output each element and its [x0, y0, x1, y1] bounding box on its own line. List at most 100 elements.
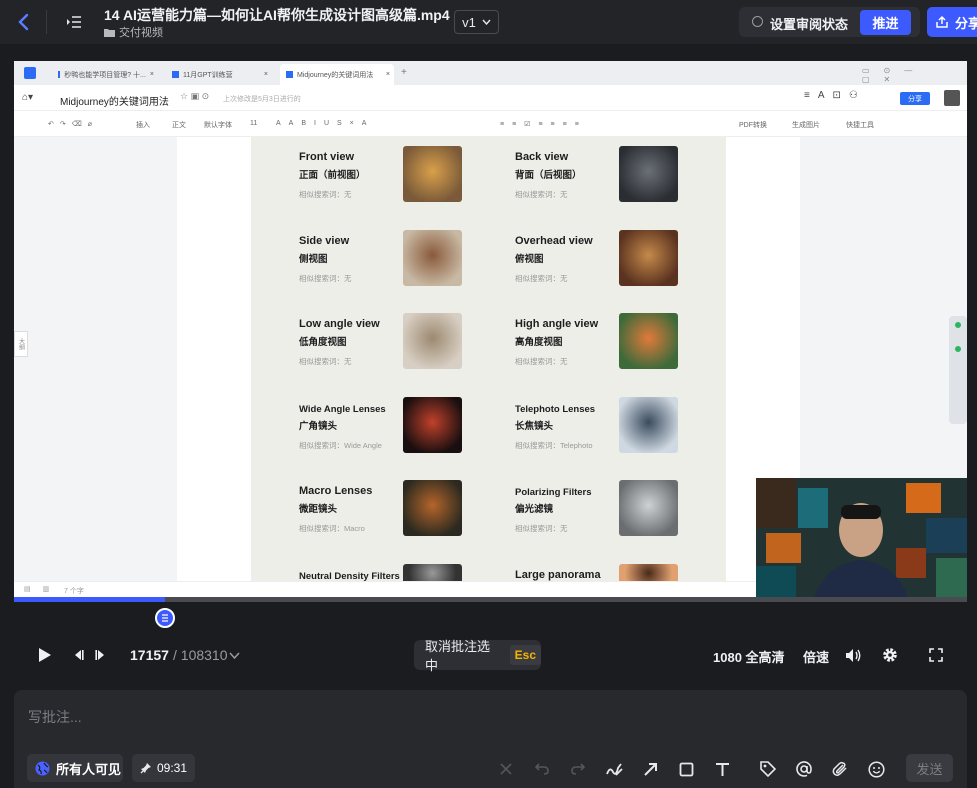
browser-tab[interactable]: 秒鸭也能学项目管理? 十... × — [52, 64, 158, 85]
globe-icon — [35, 761, 50, 775]
similar-keywords: 相似搜索词：无 — [515, 273, 568, 283]
timestamp-pin[interactable]: 09:31 — [132, 754, 195, 782]
clear-icon[interactable] — [496, 759, 516, 779]
arrow-icon[interactable] — [640, 759, 660, 779]
emoji-icon[interactable] — [866, 759, 886, 779]
text-icon[interactable] — [712, 759, 732, 779]
review-status-button[interactable]: 设置审阅状态 — [770, 14, 848, 33]
folder-icon — [104, 28, 115, 37]
example-image — [403, 146, 462, 202]
visibility-label: 所有人可见 — [56, 761, 122, 777]
list-icons[interactable]: ≡≡☑≡≡≡≡ — [500, 120, 587, 128]
next-frame-icon[interactable] — [92, 646, 110, 664]
tag-icon[interactable] — [758, 759, 778, 779]
webcam-overlay — [756, 478, 967, 597]
cancel-selection-button[interactable]: 取消批注选中 Esc — [414, 639, 541, 673]
doc-title: Midjourney的关键词用法 — [60, 97, 169, 108]
settings-gear-icon[interactable] — [880, 645, 900, 665]
fullscreen-icon[interactable] — [926, 645, 946, 665]
example-image — [619, 396, 678, 453]
push-button[interactable]: 推进 — [860, 10, 911, 35]
speed-select[interactable]: 倍速 — [803, 647, 829, 666]
prev-frame-icon[interactable] — [69, 646, 87, 664]
video-title: 14 AI运营能力篇—如何让AI帮你生成设计图高级篇.mp4 — [104, 7, 450, 23]
browser-tab-active[interactable]: Midjourney的关键词用法 × — [280, 64, 394, 85]
undo-icon[interactable] — [532, 759, 552, 779]
view-title-en: Low angle view — [299, 318, 380, 330]
quality-select[interactable]: 1080 全高清 — [713, 647, 785, 666]
browser-tab[interactable]: 11月GPT训练营 × — [166, 64, 272, 85]
playlist-icon[interactable] — [64, 12, 84, 32]
generate-image[interactable]: 生成图片 — [792, 120, 820, 130]
view-title-en: Telephoto Lenses — [515, 403, 596, 415]
doc-toolbar: ↶↷⌫⌀ 插入 正文 默认字体 11 AABIUS×A ≡≡☑≡≡≡≡ PDF转… — [14, 111, 967, 137]
attachment-icon[interactable] — [830, 759, 850, 779]
avatar[interactable] — [944, 90, 960, 106]
view-title-en: Large panorama — [515, 568, 601, 581]
drag-handle-icon — [162, 614, 168, 622]
layout-icons[interactable]: ▤▥ — [24, 585, 61, 593]
send-button[interactable]: 发送 — [906, 754, 953, 782]
similar-keywords: 相似搜索词：无 — [515, 524, 568, 533]
cancel-selection-label: 取消批注选中 — [425, 639, 491, 673]
app-logo-icon — [24, 67, 36, 79]
view-title-en: Back view — [515, 151, 569, 163]
outline-tab[interactable]: 大纲 — [14, 331, 28, 357]
view-title-cn: 正面（前视图） — [299, 170, 366, 181]
doc-saved-status: 上次修改是5月3日进行的 — [223, 96, 301, 103]
view-title-en: Front view — [299, 151, 355, 163]
folder-breadcrumb[interactable]: 交付视频 — [104, 24, 163, 40]
timestamp-label: 09:31 — [157, 761, 188, 775]
view-title-cn: 背面（后视图） — [515, 170, 582, 181]
volume-icon[interactable] — [843, 645, 863, 665]
view-title-cn: 侧视图 — [299, 253, 328, 265]
size-select[interactable]: 11 — [250, 120, 257, 127]
status-circle-icon[interactable] — [752, 16, 763, 27]
divider — [46, 10, 47, 34]
video-frame[interactable]: 秒鸭也能学项目管理? 十... × 11月GPT训练营 × Midjourney的关… — [14, 61, 967, 597]
view-title-cn: 低角度视图 — [299, 337, 347, 348]
example-image — [403, 229, 462, 286]
view-title-cn: 微距镜头 — [299, 504, 338, 515]
format-icons[interactable]: AABIUS×A — [276, 120, 374, 127]
font-select[interactable]: 默认字体 — [204, 120, 232, 130]
similar-keywords: 相似搜索词：无 — [299, 273, 352, 283]
quick-tools[interactable]: 快捷工具 — [846, 120, 874, 130]
doc-actions[interactable]: ≡A⊡⚇ — [804, 90, 866, 101]
folder-name: 交付视频 — [119, 27, 163, 39]
undo-redo-icons[interactable]: ↶↷⌫⌀ — [48, 120, 98, 128]
view-title-en: Polarizing Filters — [515, 487, 592, 498]
mention-icon[interactable] — [794, 759, 814, 779]
playhead-handle[interactable] — [155, 608, 175, 628]
comment-placeholder[interactable]: 写批注... — [28, 707, 82, 727]
version-select[interactable]: v1 — [454, 10, 499, 34]
doc-share-button[interactable]: 分享 — [900, 92, 930, 105]
chevron-down-icon — [482, 19, 491, 25]
chevron-down-icon[interactable] — [227, 648, 241, 662]
home-icon[interactable]: ⌂▾ — [22, 92, 33, 103]
share-button[interactable]: 分享 — [927, 7, 977, 37]
progress-played[interactable] — [14, 597, 165, 602]
pen-icon[interactable] — [604, 759, 624, 779]
example-image — [619, 313, 678, 369]
view-title-cn: 广角镜头 — [299, 420, 338, 432]
pdf-convert[interactable]: PDF转换 — [739, 120, 767, 130]
play-icon[interactable] — [34, 645, 56, 665]
rectangle-icon[interactable] — [676, 759, 696, 779]
webcam-image — [756, 478, 967, 597]
similar-keywords: 相似搜索词：Macro — [299, 524, 365, 533]
new-tab-icon[interactable]: + — [401, 67, 407, 78]
style-select[interactable]: 正文 — [172, 120, 186, 130]
star-icon[interactable]: ☆ ▣ ⊙ — [180, 91, 209, 102]
redo-icon[interactable] — [568, 759, 588, 779]
window-controls[interactable]: ▭⊙—▢✕ — [862, 66, 967, 84]
right-floating-panel[interactable] — [949, 316, 967, 424]
visibility-select[interactable]: 所有人可见 — [27, 754, 123, 782]
view-title-en: Overhead view — [515, 234, 593, 247]
progress-track[interactable] — [165, 597, 967, 602]
back-icon[interactable] — [12, 11, 34, 33]
insert-menu[interactable]: 插入 — [136, 120, 150, 130]
current-frame[interactable]: 17157 — [130, 647, 169, 663]
example-image — [403, 313, 462, 369]
view-title-cn: 高角度视图 — [515, 337, 563, 348]
